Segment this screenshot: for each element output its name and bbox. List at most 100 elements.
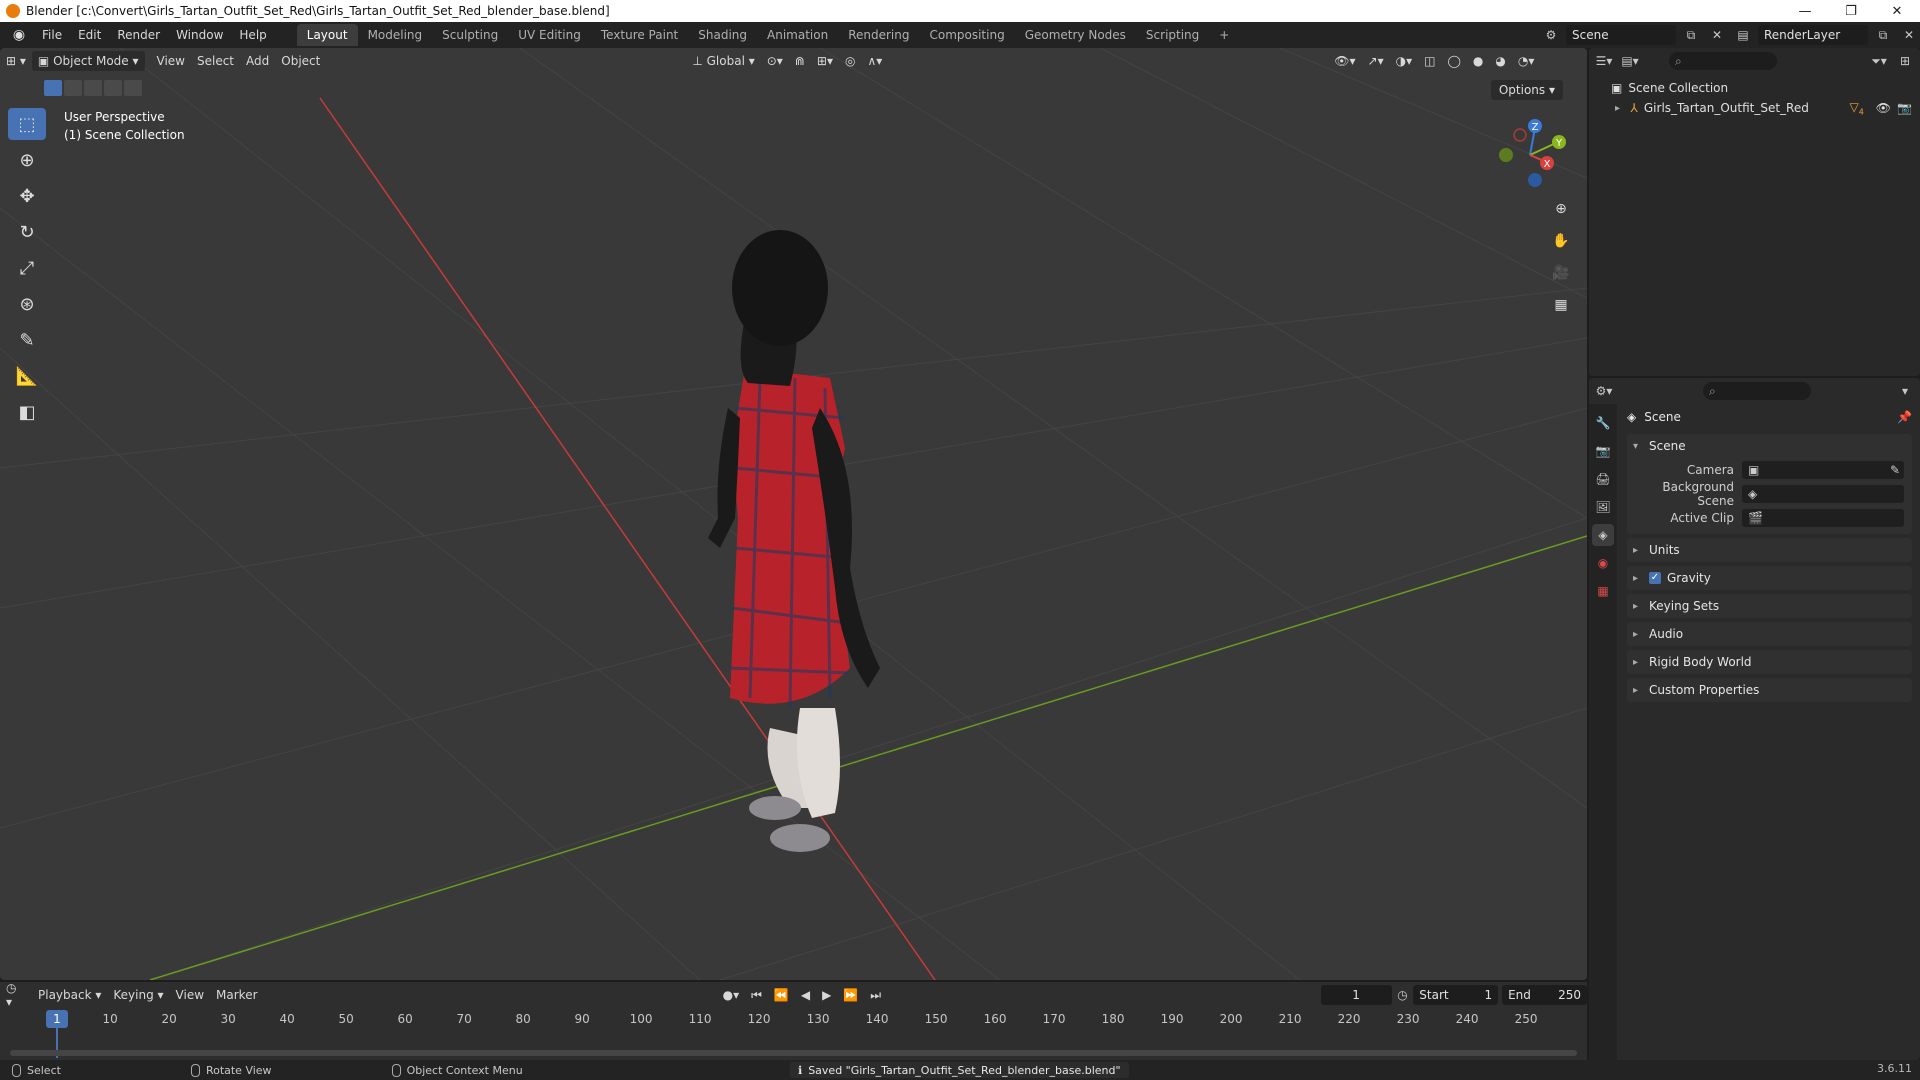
select-new-icon[interactable] (44, 80, 62, 96)
blender-menu-icon[interactable]: ◉ (8, 26, 30, 44)
rendered-shading-icon[interactable]: ◔▾ (1512, 51, 1541, 71)
outliner-row-object[interactable]: ▸ ⅄ Girls_Tartan_Outfit_Set_Red ▽4 👁 📷 (1589, 98, 1920, 118)
play-reverse-icon[interactable]: ◀ (795, 985, 816, 1005)
character-model[interactable] (708, 230, 880, 852)
tab-layout[interactable]: Layout (296, 24, 358, 46)
move-tool-icon[interactable]: ✥ (8, 180, 46, 212)
close-button[interactable]: ✕ (1874, 0, 1920, 22)
new-collection-icon[interactable]: ⊞ (1894, 51, 1916, 71)
props-options-icon[interactable]: ▾ (1894, 381, 1916, 401)
tab-modeling[interactable]: Modeling (358, 24, 433, 46)
eye-visibility-icon[interactable]: 👁 (1876, 101, 1891, 115)
gravity-panel[interactable]: ▸ ✓ Gravity (1627, 566, 1912, 590)
new-view-layer-icon[interactable]: ⧉ (1872, 25, 1894, 45)
custom-properties-panel[interactable]: ▸ Custom Properties (1627, 678, 1912, 702)
menu-render[interactable]: Render (109, 24, 168, 46)
pan-hand-icon[interactable]: ✋ (1548, 228, 1574, 254)
scene-panel-header[interactable]: ▾ Scene (1627, 434, 1912, 458)
new-scene-icon[interactable]: ⧉ (1680, 25, 1702, 45)
jump-end-icon[interactable]: ⏭ (864, 985, 887, 1005)
menu-add[interactable]: Add (240, 51, 275, 71)
visibility-icon[interactable]: 👁▾ (1328, 51, 1361, 71)
timeline-scrollbar[interactable] (10, 1050, 1577, 1056)
view-layer-icon[interactable]: ▤ (1732, 25, 1754, 45)
add-workspace-button[interactable]: + (1209, 24, 1239, 46)
next-keyframe-icon[interactable]: ⏩ (837, 985, 864, 1005)
transform-tool-icon[interactable]: ⊛ (8, 288, 46, 320)
outliner-row-scene-collection[interactable]: ▣ Scene Collection (1589, 78, 1920, 98)
mode-dropdown[interactable]: ▣ Object Mode ▾ (31, 51, 145, 71)
snap-target-icon[interactable]: ⊞▾ (811, 51, 839, 71)
active-clip-field[interactable]: 🎬 (1742, 509, 1904, 527)
start-frame-field[interactable]: Start 1 (1413, 985, 1499, 1005)
material-shading-icon[interactable]: ◕ (1489, 51, 1511, 71)
tool-tab-icon[interactable]: 🔧 (1592, 412, 1614, 434)
zoom-icon[interactable]: ⊕ (1548, 196, 1574, 222)
scale-tool-icon[interactable]: ⤢ (8, 252, 46, 284)
ortho-toggle-icon[interactable]: ▦ (1548, 292, 1574, 318)
filter-icon[interactable]: ⏷▾ (1868, 51, 1890, 71)
pin-icon[interactable]: 📌 (1897, 410, 1912, 424)
eyedropper-icon[interactable]: ✎ (1890, 463, 1900, 477)
background-scene-field[interactable]: ◈ (1742, 485, 1904, 503)
tab-shading[interactable]: Shading (688, 24, 757, 46)
keying-sets-panel[interactable]: ▸ Keying Sets (1627, 594, 1912, 618)
menu-select[interactable]: Select (191, 51, 240, 71)
record-icon[interactable]: ●▾ (717, 985, 746, 1005)
jump-start-icon[interactable]: ⏮ (745, 985, 768, 1005)
scene-browse-icon[interactable]: ⚙ (1540, 25, 1562, 45)
select-extend-icon[interactable] (64, 80, 82, 96)
timeline-ruler[interactable]: 1 10 20 30 40 50 60 70 80 90 100 110 120 130 140 150 16… (0, 1008, 1587, 1058)
timeline-editor-icon[interactable]: ◷ ▾ (0, 981, 32, 1009)
current-frame-field[interactable]: 1 (1320, 985, 1392, 1005)
solid-shading-icon[interactable]: ● (1467, 51, 1489, 71)
select-subtract-icon[interactable] (84, 80, 102, 96)
menu-file[interactable]: File (34, 24, 70, 46)
maximize-button[interactable]: ❐ (1828, 0, 1874, 22)
annotate-tool-icon[interactable]: ✎ (8, 324, 46, 356)
menu-marker[interactable]: Marker (210, 985, 263, 1005)
render-tab-icon[interactable]: 📷 (1592, 440, 1614, 462)
overlay-toggle-icon[interactable]: ◑▾ (1390, 51, 1419, 71)
texture-tab-icon[interactable]: ▦ (1592, 580, 1614, 602)
menu-edit[interactable]: Edit (70, 24, 109, 46)
camera-field[interactable]: ▣ ✎ (1742, 461, 1904, 479)
xray-icon[interactable]: ◫ (1418, 51, 1441, 71)
add-cube-tool-icon[interactable]: ◧ (8, 396, 46, 428)
rotate-tool-icon[interactable]: ↻ (8, 216, 46, 248)
properties-editor-icon[interactable]: ⚙▾ (1593, 381, 1615, 401)
rigid-body-world-panel[interactable]: ▸ Rigid Body World (1627, 650, 1912, 674)
display-mode-icon[interactable]: ▤▾ (1619, 51, 1641, 71)
outliner-search-input[interactable]: ⌕ (1669, 52, 1777, 70)
audio-panel[interactable]: ▸ Audio (1627, 622, 1912, 646)
scene-name-field[interactable]: Scene (1566, 25, 1676, 45)
view-layer-field[interactable]: RenderLayer (1758, 25, 1868, 45)
tab-rendering[interactable]: Rendering (838, 24, 919, 46)
measure-tool-icon[interactable]: 📐 (8, 360, 46, 392)
editor-type-button[interactable]: ⊞ ▾ (0, 51, 32, 71)
preview-range-icon[interactable]: ◷ (1392, 985, 1414, 1005)
cursor-tool-icon[interactable]: ⊕ (8, 144, 46, 176)
gizmo-toggle-icon[interactable]: ↗▾ (1362, 51, 1390, 71)
playhead[interactable]: 1 (46, 1010, 68, 1028)
tab-texture-paint[interactable]: Texture Paint (591, 24, 688, 46)
menu-keying[interactable]: Keying ▾ (107, 985, 169, 1005)
menu-help[interactable]: Help (231, 24, 274, 46)
navigation-gizmo[interactable]: Z Y X (1490, 110, 1570, 190)
menu-object[interactable]: Object (275, 51, 326, 71)
delete-view-layer-icon[interactable]: ✕ (1898, 25, 1920, 45)
menu-window[interactable]: Window (168, 24, 231, 46)
report-message[interactable]: ℹ Saved "Girls_Tartan_Outfit_Set_Red_ble… (790, 1062, 1129, 1078)
3d-viewport[interactable]: ⊞ ▾ ▣ Object Mode ▾ View Select Add Obje… (0, 48, 1587, 980)
world-tab-icon[interactable]: ◉ (1592, 552, 1614, 574)
render-camera-icon[interactable]: 📷 (1897, 101, 1912, 115)
select-box-tool-icon[interactable]: ⬚ (8, 108, 46, 140)
orientation-dropdown[interactable]: ⊥ Global ▾ (686, 51, 760, 71)
camera-view-icon[interactable]: 🎥 (1548, 260, 1574, 286)
prev-keyframe-icon[interactable]: ⏪ (768, 985, 795, 1005)
output-tab-icon[interactable]: 🖨 (1592, 468, 1614, 490)
select-intersect-icon[interactable] (124, 80, 142, 96)
outliner-editor-icon[interactable]: ☰▾ (1593, 51, 1615, 71)
menu-playback[interactable]: Playback ▾ (32, 985, 107, 1005)
minimize-button[interactable]: — (1782, 0, 1828, 22)
